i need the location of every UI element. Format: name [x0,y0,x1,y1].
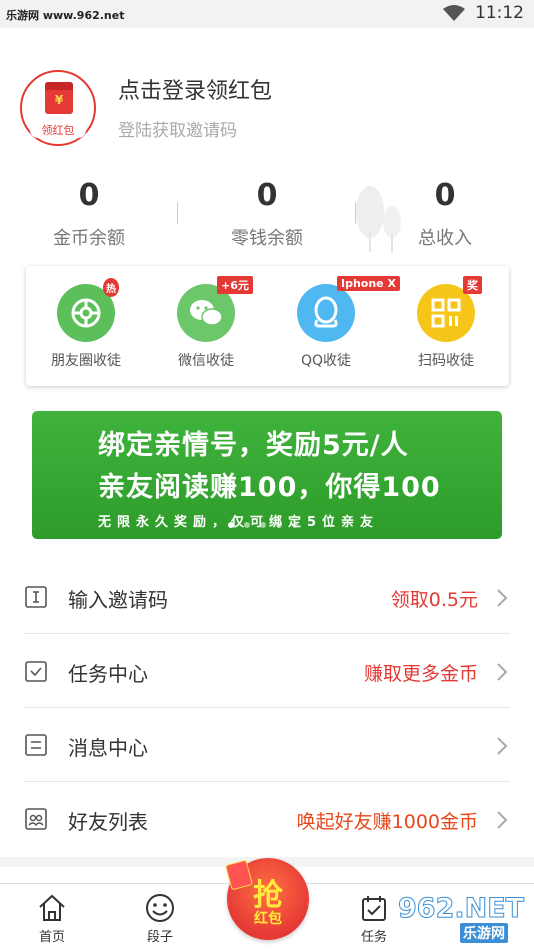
avatar-label: 领红包 [30,122,86,138]
nav-home[interactable]: 首页 [12,892,92,945]
site-watermark: 乐游网 www.962.net [6,9,125,22]
banner-line-1: 绑定亲情号，奖励5元/人 [98,430,409,461]
recruit-card: 热 朋友圈收徒 +6元 微信收徒 Iphone X QQ收徒 奖 扫码收徒 [26,266,509,386]
task-icon [25,661,47,682]
carousel-dot[interactable] [228,522,234,528]
share-qq[interactable]: Iphone X QQ收徒 [276,276,400,370]
balance-stats: 0 金币余额 0 零钱余额 0 总收入 [0,176,534,256]
qq-icon: Iphone X [297,276,400,342]
qrcode-icon: 奖 [417,276,482,342]
carousel-dot[interactable] [260,522,266,528]
task-calendar-icon [362,896,386,921]
total-income[interactable]: 0 总收入 [356,176,534,250]
menu-row-value: 唤起好友赚1000金币 [296,811,478,833]
nav-home-label: 首页 [38,930,65,945]
message-icon [25,734,47,756]
friends-icon [25,808,47,830]
red-envelope-icon: ¥ [45,82,73,114]
status-indicators: 11:12 [443,3,524,23]
menu-row-title: 任务中心 [68,662,148,686]
change-balance-value: 0 [256,178,278,213]
home-icon [39,894,65,921]
watermark-name: 乐游网 [460,923,508,943]
menu-row-title: 消息中心 [68,736,148,760]
coin-balance-label: 金币余额 [53,228,125,249]
menu-row-message[interactable]: 消息中心 [24,708,510,782]
nav-jokes[interactable]: 段子 [120,892,200,945]
wifi-icon [443,5,465,21]
menu-row-title: 输入邀请码 [68,588,168,612]
share-moments[interactable]: 热 朋友圈收徒 [36,278,136,370]
bonus-badge: +6元 [217,276,253,294]
menu-row-invite-code[interactable]: 输入邀请码 领取0.5元 [24,560,510,634]
profile-header[interactable]: ¥ 领红包 点击登录领红包 登陆获取邀请码 [0,28,534,168]
invite-code-icon [25,586,47,608]
wechat-icon: +6元 [177,276,253,342]
clock: 11:12 [475,3,524,23]
grab-sub-label: 红包 [254,911,282,927]
menu-row-title: 好友列表 [68,810,148,834]
login-subtitle: 登陆获取邀请码 [118,121,237,141]
hot-badge: 热 [103,278,119,297]
carousel-dot[interactable] [244,522,250,528]
banner-line-2: 亲友阅读赚100，你得100 [98,472,441,503]
share-moments-label: 朋友圈收徒 [51,353,121,369]
iphone-badge: Iphone X [337,276,400,291]
avatar[interactable]: ¥ 领红包 [20,70,96,146]
watermark-logo: 962.NET [397,893,525,925]
carousel-dot[interactable] [292,522,298,528]
moments-icon: 热 [57,278,119,342]
total-income-value: 0 [434,178,456,213]
nav-jokes-label: 段子 [146,930,173,945]
chevron-right-icon [497,811,508,829]
chevron-right-icon [497,663,508,681]
chevron-right-icon [497,737,508,755]
share-wechat[interactable]: +6元 微信收徒 [156,276,256,370]
menu-row-value: 赚取更多金币 [363,663,478,685]
chevron-right-icon [497,589,508,607]
share-qq-label: QQ收徒 [300,353,352,369]
smile-icon [146,894,174,922]
coin-balance-value: 0 [78,178,100,213]
promo-banner[interactable]: 绑定亲情号，奖励5元/人 亲友阅读赚100，你得100 无限永久奖励，仅可绑定5… [32,411,502,539]
total-income-label: 总收入 [418,228,472,249]
change-balance[interactable]: 0 零钱余额 [178,176,356,250]
menu-row-value: 领取0.5元 [390,589,478,611]
carousel-indicator [228,522,298,528]
menu-row-friends[interactable]: 好友列表 唤起好友赚1000金币 [24,782,510,856]
prize-badge: 奖 [463,276,482,294]
status-bar: 乐游网 www.962.net 11:12 [0,0,534,28]
change-balance-label: 零钱余额 [231,228,303,249]
carousel-dot[interactable] [276,522,282,528]
login-title[interactable]: 点击登录领红包 [118,73,272,105]
coin-balance[interactable]: 0 金币余额 [0,176,178,250]
site-logo-watermark: 962.NET 乐游网 [397,893,528,943]
share-wechat-label: 微信收徒 [178,353,234,369]
menu-row-task[interactable]: 任务中心 赚取更多金币 [24,634,510,708]
share-qrcode-label: 扫码收徒 [418,353,474,369]
share-qrcode[interactable]: 奖 扫码收徒 [396,276,496,370]
